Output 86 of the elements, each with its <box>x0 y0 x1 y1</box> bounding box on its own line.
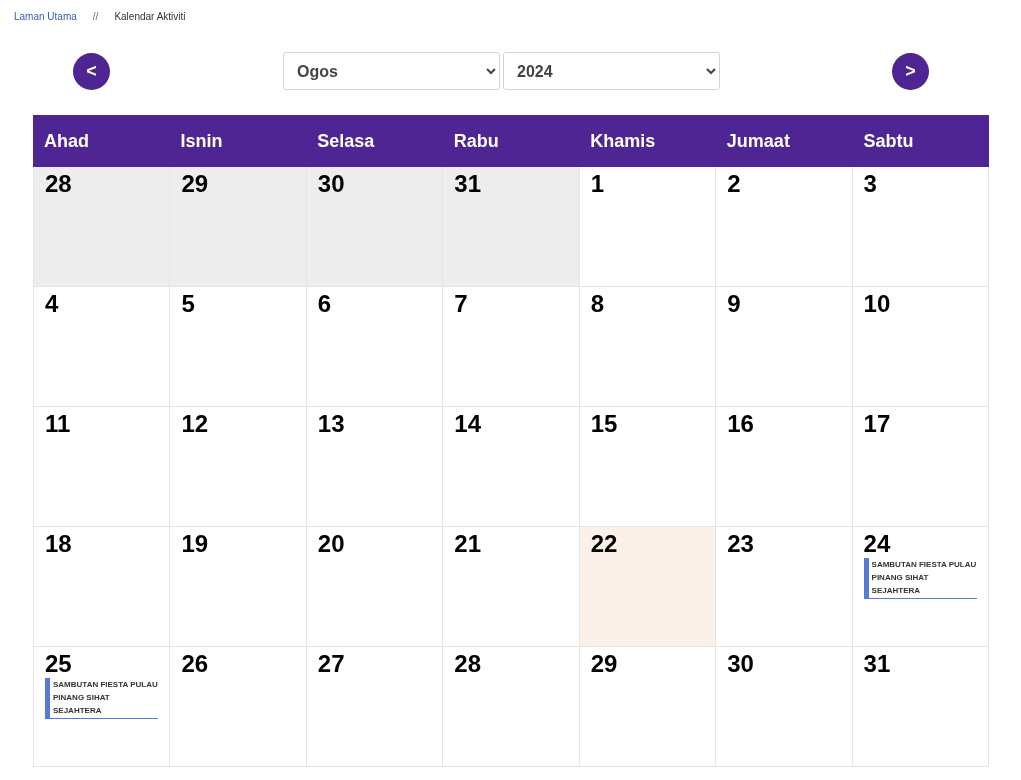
day-number: 6 <box>317 291 333 317</box>
day-number: 8 <box>590 291 606 317</box>
next-month-button[interactable]: > <box>892 52 929 90</box>
day-cell[interactable]: 11 <box>34 407 171 527</box>
day-number: 29 <box>590 651 619 677</box>
day-cell[interactable]: 14 <box>443 407 580 527</box>
day-number: 17 <box>863 411 892 437</box>
weekday-label: Jumaat <box>726 129 790 153</box>
day-number: 31 <box>454 171 482 197</box>
day-number: 9 <box>727 291 742 317</box>
day-number: 23 <box>727 531 755 557</box>
day-cell[interactable]: 24 SAMBUTAN FIESTA PULAU PINANG SIHAT SEJAHTERA <box>852 527 989 647</box>
breadcrumb-current: Kalendar Aktiviti <box>114 9 186 24</box>
day-cell[interactable]: 29 <box>579 647 717 767</box>
day-cell[interactable]: 16 <box>716 407 853 527</box>
day-number: 28 <box>45 171 73 197</box>
day-cell[interactable]: 29 <box>170 167 307 287</box>
day-cell[interactable]: 30 <box>716 647 853 767</box>
day-cell[interactable]: 18 <box>34 527 171 647</box>
day-cell[interactable]: 8 <box>579 287 717 407</box>
weekday-label: Isnin <box>180 129 223 153</box>
day-cell[interactable]: 17 <box>852 407 989 527</box>
weekday-label: Selasa <box>317 129 375 153</box>
day-cell[interactable]: 2 <box>716 167 853 287</box>
day-number: 28 <box>454 651 482 677</box>
day-cell[interactable]: 1 <box>579 167 717 287</box>
day-number: 27 <box>317 651 346 677</box>
weekday-label: Sabtu <box>863 129 914 153</box>
day-number: 11 <box>45 411 72 437</box>
day-cell[interactable]: 9 <box>716 287 853 407</box>
year-select[interactable]: 2024 <box>503 52 720 90</box>
day-cell[interactable]: 12 <box>170 407 307 527</box>
day-number: 29 <box>181 171 210 197</box>
day-number: 12 <box>181 411 210 437</box>
day-cell[interactable]: 27 <box>306 647 444 767</box>
day-cell[interactable]: 30 <box>306 167 444 287</box>
day-cell[interactable]: 3 <box>852 167 989 287</box>
day-number: 18 <box>45 531 73 557</box>
day-cell[interactable]: 5 <box>170 287 307 407</box>
day-cell[interactable]: 21 <box>443 527 580 647</box>
day-number: 30 <box>727 651 755 677</box>
day-cell[interactable]: 28 <box>34 167 171 287</box>
day-cell[interactable]: 25 SAMBUTAN FIESTA PULAU PINANG SIHAT SEJAHTERA <box>34 647 171 767</box>
day-number: 26 <box>181 651 210 677</box>
day-number: 22 <box>590 531 619 557</box>
today-cell[interactable]: 22 <box>579 527 717 647</box>
day-cell[interactable]: 4 <box>34 287 171 407</box>
day-cell[interactable]: 13 <box>306 407 444 527</box>
day-cell[interactable]: 31 <box>852 647 989 767</box>
day-number: 4 <box>45 291 60 317</box>
day-cell[interactable]: 26 <box>170 647 307 767</box>
day-number: 13 <box>317 411 346 437</box>
day-number: 15 <box>590 411 619 437</box>
previous-month-button[interactable]: < <box>73 52 110 90</box>
day-number: 2 <box>727 171 742 197</box>
day-number: 25 <box>45 651 73 677</box>
month-select[interactable]: Ogos <box>283 52 500 90</box>
day-number: 10 <box>863 291 892 317</box>
weekday-label: Ahad <box>44 129 89 153</box>
day-cell[interactable]: 23 <box>716 527 853 647</box>
day-cell[interactable]: 15 <box>579 407 717 527</box>
event-entry[interactable]: SAMBUTAN FIESTA PULAU PINANG SIHAT SEJAHTERA <box>863 558 977 599</box>
day-cell[interactable]: 10 <box>852 287 989 407</box>
day-cell[interactable]: 6 <box>306 287 444 407</box>
weekday-label: Rabu <box>453 129 499 153</box>
day-number: 24 <box>863 531 892 557</box>
day-number: 31 <box>863 651 892 677</box>
day-number: 5 <box>181 291 196 317</box>
day-cell[interactable]: 31 <box>443 167 580 287</box>
day-cell[interactable]: 28 <box>443 647 580 767</box>
day-cell[interactable]: 7 <box>443 287 580 407</box>
event-entry[interactable]: SAMBUTAN FIESTA PULAU PINANG SIHAT SEJAHTERA <box>45 678 158 719</box>
breadcrumb-separator: // <box>92 9 99 24</box>
day-number: 20 <box>317 531 346 557</box>
day-number: 30 <box>317 171 346 197</box>
day-number: 7 <box>454 291 469 317</box>
home-link[interactable]: Laman Utama <box>14 8 77 24</box>
day-number: 1 <box>590 171 606 197</box>
day-number: 21 <box>454 531 482 557</box>
day-cell[interactable]: 20 <box>306 527 444 647</box>
day-cell[interactable]: 19 <box>170 527 307 647</box>
day-number: 16 <box>727 411 755 437</box>
day-number: 3 <box>863 171 878 197</box>
day-number: 14 <box>454 411 482 437</box>
day-number: 19 <box>181 531 210 557</box>
weekday-label: Khamis <box>590 129 656 153</box>
